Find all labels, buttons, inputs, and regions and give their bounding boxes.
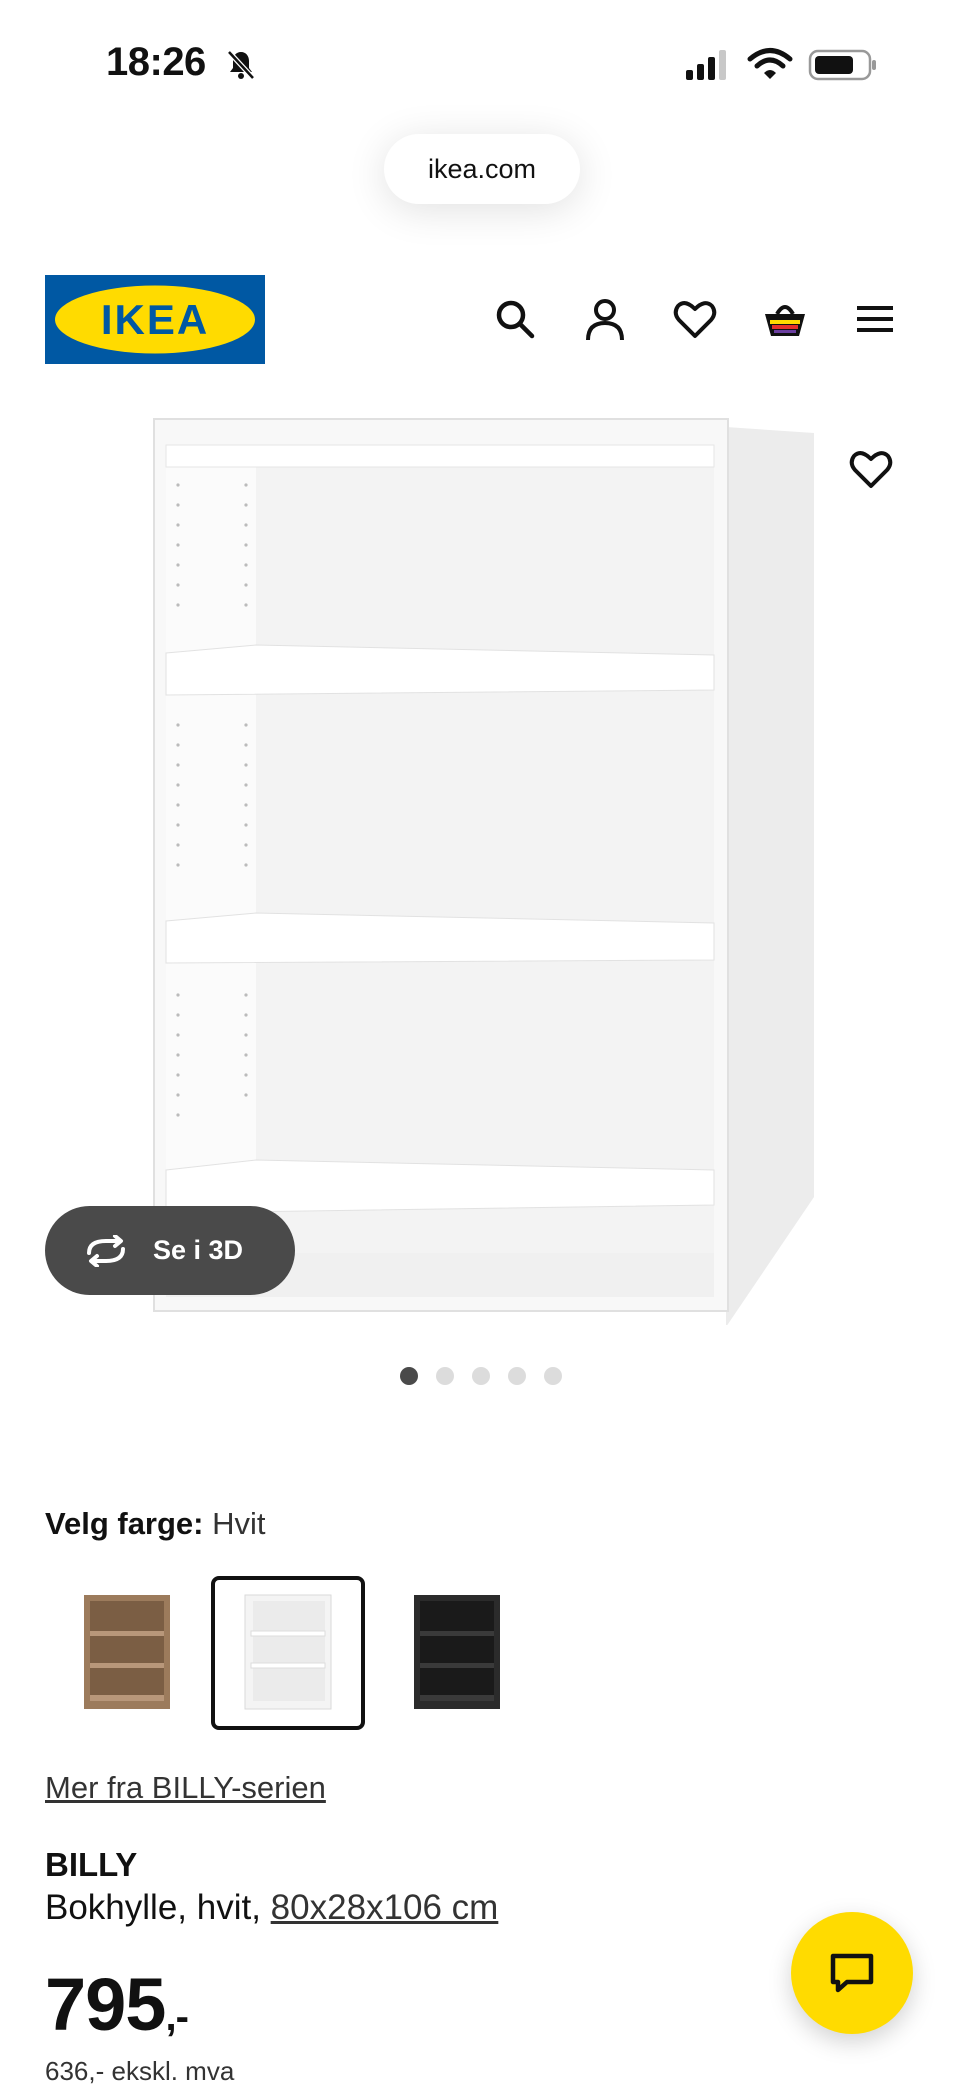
color-selection-label: Velg farge: Hvit <box>45 1506 266 1542</box>
brown-bookcase-thumb <box>84 1595 170 1709</box>
gallery-dot[interactable] <box>436 1367 454 1385</box>
product-dimensions-link[interactable]: 80x28x106 cm <box>271 1888 499 1927</box>
gallery-pagination[interactable] <box>400 1367 562 1385</box>
swatch-brown[interactable] <box>50 1576 204 1730</box>
rotate-3d-icon <box>87 1234 125 1267</box>
series-link[interactable]: Mer fra BILLY-serien <box>45 1770 326 1806</box>
chat-icon <box>830 1953 874 1993</box>
logo-text: IKEA <box>101 296 209 343</box>
swatch-black[interactable] <box>380 1576 534 1730</box>
gallery-dot[interactable] <box>508 1367 526 1385</box>
product-image[interactable] <box>150 405 818 1325</box>
battery-icon <box>808 49 876 81</box>
product-price: 795,- <box>45 1962 189 2047</box>
search-icon[interactable] <box>492 296 538 342</box>
product-name: BILLY <box>45 1846 138 1883</box>
color-label: Velg farge: <box>45 1506 204 1541</box>
gallery-dot[interactable] <box>400 1367 418 1385</box>
swatch-white[interactable] <box>211 1576 365 1730</box>
wifi-icon <box>747 48 793 79</box>
price-suffix: ,- <box>165 1995 188 2039</box>
cellular-signal-icon <box>686 50 726 80</box>
gallery-dot[interactable] <box>544 1367 562 1385</box>
view-3d-button[interactable]: Se i 3D <box>45 1206 295 1295</box>
account-icon[interactable] <box>582 296 628 342</box>
menu-icon[interactable] <box>852 296 898 342</box>
ikea-logo[interactable]: IKEA <box>45 275 265 364</box>
heart-icon[interactable] <box>672 296 718 342</box>
product-description: Bokhylle, hvit, 80x28x106 cm <box>45 1888 498 1928</box>
white-bookcase-thumb <box>244 1594 332 1710</box>
favorite-icon[interactable] <box>848 448 894 490</box>
color-value: Hvit <box>212 1506 266 1541</box>
chat-button[interactable] <box>791 1912 913 2034</box>
price-excl-vat: 636,- ekskl. mva <box>45 2056 235 2086</box>
cart-icon[interactable] <box>762 296 808 342</box>
price-main: 795 <box>45 1963 166 2046</box>
black-bookcase-thumb <box>414 1595 500 1709</box>
view-3d-label: Se i 3D <box>153 1235 244 1265</box>
gallery-dot[interactable] <box>472 1367 490 1385</box>
bell-slash-icon <box>227 50 255 80</box>
product-type: Bokhylle, hvit, <box>45 1888 261 1927</box>
status-time: 18:26 <box>106 40 206 84</box>
url-bar[interactable]: ikea.com <box>384 134 580 204</box>
